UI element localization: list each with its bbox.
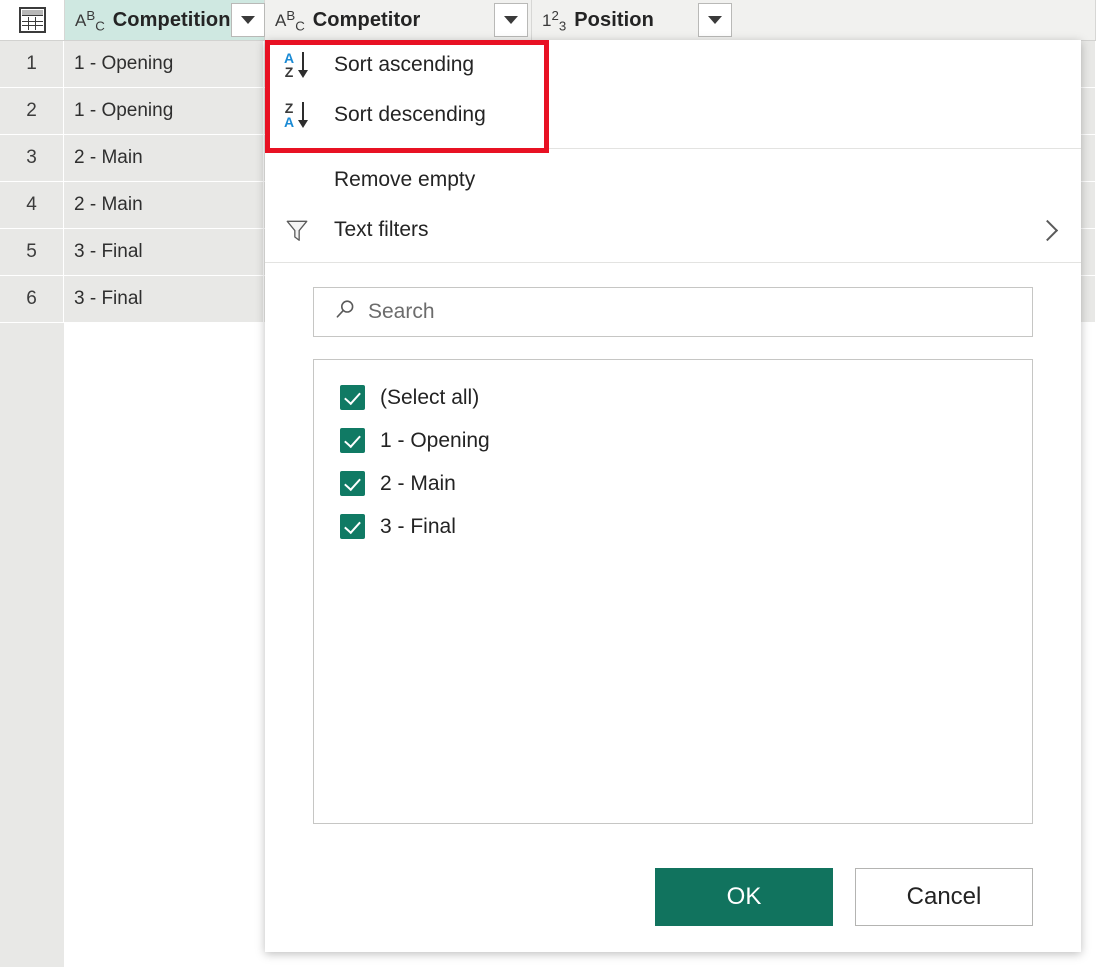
chevron-down-icon (241, 16, 255, 24)
search-input[interactable]: Search (313, 287, 1033, 337)
arrow-down-icon (297, 102, 308, 129)
column-filter-dropdown-panel: A Z Sort ascending Z A Sort descending R… (265, 40, 1081, 952)
column-header-competition[interactable]: ABC Competition (65, 0, 265, 40)
abc-text-type-icon: ABC (275, 12, 305, 29)
row-number-gutter-empty (0, 323, 65, 967)
cell-competition[interactable]: 2 - Main (64, 135, 264, 182)
list-item-select-all[interactable]: (Select all) (340, 376, 1032, 419)
cell-competition[interactable]: 2 - Main (64, 182, 264, 229)
row-number: 4 (0, 182, 64, 229)
sort-letter-top: Z (285, 101, 294, 115)
sort-descending-icon: Z A (280, 101, 334, 130)
table-icon (19, 7, 46, 33)
cell-competition[interactable]: 3 - Final (64, 276, 264, 323)
column-header-competitor[interactable]: ABC Competitor (265, 0, 532, 40)
chevron-down-icon (504, 16, 518, 24)
chevron-down-icon (708, 16, 722, 24)
row-number: 3 (0, 135, 64, 182)
menu-item-label: Remove empty (334, 168, 475, 192)
menu-divider (265, 262, 1081, 263)
cell-competition[interactable]: 3 - Final (64, 229, 264, 276)
sort-letter-top: A (284, 51, 294, 65)
123-number-type-icon: 123 (542, 12, 566, 29)
search-placeholder: Search (368, 300, 435, 324)
row-number: 1 (0, 41, 64, 88)
menu-item-label: Text filters (334, 218, 429, 242)
checkbox-checked-icon[interactable] (340, 385, 365, 410)
column-filter-dropdown-button-competition[interactable] (231, 3, 265, 37)
column-filter-dropdown-button-position[interactable] (698, 3, 732, 37)
menu-item-text-filters[interactable]: Text filters (265, 205, 1081, 255)
cell-competition[interactable]: 1 - Opening (64, 88, 264, 135)
menu-item-label: Sort ascending (334, 53, 474, 77)
row-number: 6 (0, 276, 64, 323)
ok-button[interactable]: OK (655, 868, 833, 926)
menu-item-sort-ascending[interactable]: A Z Sort ascending (265, 40, 1081, 90)
grid-header-row: ABC Competition ABC Competitor 123 Posit… (0, 0, 1096, 41)
list-item[interactable]: 1 - Opening (340, 419, 1032, 462)
menu-item-sort-descending[interactable]: Z A Sort descending (265, 90, 1081, 140)
menu-spacer (265, 140, 1081, 148)
sort-letter-bottom: A (284, 115, 294, 129)
list-item-label: (Select all) (380, 386, 479, 410)
arrow-down-icon (297, 52, 308, 79)
column-header-label: Position (574, 9, 654, 32)
abc-text-type-icon: ABC (75, 12, 105, 29)
checkbox-checked-icon[interactable] (340, 514, 365, 539)
column-header-label: Competitor (313, 9, 421, 32)
list-item-label: 3 - Final (380, 515, 456, 539)
cell-competition[interactable]: 1 - Opening (64, 41, 264, 88)
cancel-button[interactable]: Cancel (855, 868, 1033, 926)
row-number: 5 (0, 229, 64, 276)
sort-ascending-icon: A Z (280, 51, 334, 80)
row-number: 2 (0, 88, 64, 135)
funnel-icon (280, 217, 334, 243)
menu-item-remove-empty[interactable]: Remove empty (265, 155, 1081, 205)
checkbox-checked-icon[interactable] (340, 428, 365, 453)
sort-letter-bottom: Z (285, 65, 294, 79)
column-header-label: Competition (113, 9, 231, 32)
grid-corner-button[interactable] (0, 0, 65, 40)
column-header-position[interactable]: 123 Position (532, 0, 1096, 40)
list-item-label: 1 - Opening (380, 429, 490, 453)
menu-item-label: Sort descending (334, 103, 486, 127)
chevron-right-icon (1037, 219, 1058, 240)
filter-value-listbox[interactable]: (Select all) 1 - Opening 2 - Main 3 - Fi… (313, 359, 1033, 824)
column-filter-dropdown-button-competitor[interactable] (494, 3, 528, 37)
dialog-button-row: OK Cancel (265, 868, 1033, 926)
list-item[interactable]: 3 - Final (340, 505, 1032, 548)
list-item[interactable]: 2 - Main (340, 462, 1032, 505)
search-icon (333, 298, 357, 327)
menu-spacer (265, 255, 1081, 262)
list-item-label: 2 - Main (380, 472, 456, 496)
checkbox-checked-icon[interactable] (340, 471, 365, 496)
